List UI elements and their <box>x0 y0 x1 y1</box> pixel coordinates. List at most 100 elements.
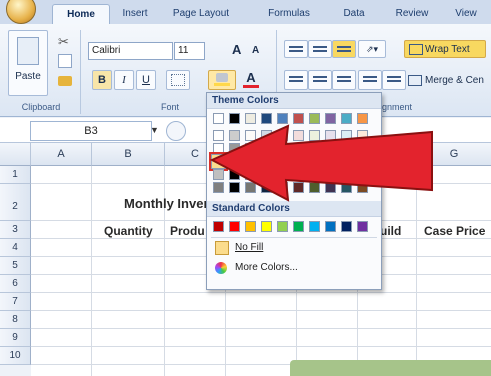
bold-button[interactable]: B <box>92 70 112 90</box>
theme-color-swatch[interactable] <box>341 182 352 193</box>
standard-color-swatch[interactable] <box>293 221 304 232</box>
standard-color-swatch[interactable] <box>229 221 240 232</box>
theme-color-swatch[interactable] <box>245 182 256 193</box>
row-header-2[interactable]: 2 <box>0 184 31 221</box>
theme-color-swatch[interactable] <box>229 113 240 124</box>
tab-formulas[interactable]: Formulas <box>258 4 320 23</box>
standard-color-swatch[interactable] <box>261 221 272 232</box>
copy-icon[interactable] <box>58 54 72 68</box>
align-top-button[interactable] <box>284 40 308 58</box>
row-header-10[interactable]: 10 <box>0 347 31 365</box>
theme-color-swatch[interactable] <box>293 182 304 193</box>
increase-indent-button[interactable] <box>382 70 406 90</box>
theme-color-swatch[interactable] <box>341 130 352 141</box>
tab-home[interactable]: Home <box>52 4 110 24</box>
tab-data[interactable]: Data <box>334 4 374 23</box>
theme-color-swatch[interactable] <box>213 169 224 180</box>
tab-review[interactable]: Review <box>388 4 436 23</box>
theme-color-swatch[interactable] <box>213 143 224 154</box>
theme-color-swatch[interactable] <box>261 113 272 124</box>
row-header-3[interactable]: 3 <box>0 221 31 239</box>
theme-color-swatch[interactable] <box>341 169 352 180</box>
theme-color-swatch[interactable] <box>277 113 288 124</box>
theme-color-swatch[interactable] <box>261 182 272 193</box>
theme-color-swatch[interactable] <box>325 113 336 124</box>
theme-color-swatch[interactable] <box>229 169 240 180</box>
theme-color-swatch[interactable] <box>309 113 320 124</box>
theme-color-swatch[interactable] <box>261 143 272 154</box>
theme-color-swatch[interactable] <box>261 169 272 180</box>
standard-color-swatch[interactable] <box>277 221 288 232</box>
theme-color-swatch[interactable] <box>325 130 336 141</box>
theme-color-swatch[interactable] <box>245 143 256 154</box>
align-middle-button[interactable] <box>308 40 332 58</box>
name-box-dropdown-icon[interactable]: ▼ <box>150 125 159 135</box>
wrap-text-button[interactable]: Wrap Text <box>404 40 486 58</box>
theme-color-swatch[interactable] <box>325 169 336 180</box>
row-header-4[interactable]: 4 <box>0 239 31 257</box>
font-color-button[interactable]: A <box>240 70 262 88</box>
theme-color-swatch[interactable] <box>277 169 288 180</box>
theme-color-swatch[interactable] <box>341 143 352 154</box>
theme-color-swatch[interactable] <box>277 143 288 154</box>
more-colors-menu-item[interactable]: More Colors... <box>207 258 381 278</box>
theme-color-swatch[interactable] <box>229 156 240 167</box>
standard-color-swatch[interactable] <box>309 221 320 232</box>
theme-color-swatch[interactable] <box>261 156 272 167</box>
formula-fx-icon[interactable] <box>166 121 186 141</box>
theme-color-swatch[interactable] <box>357 130 368 141</box>
font-name-dropdown[interactable]: Calibri <box>88 42 173 60</box>
theme-color-swatch[interactable] <box>213 113 224 124</box>
selected-theme-color-swatch[interactable] <box>209 152 228 171</box>
row-header-1[interactable]: 1 <box>0 166 31 184</box>
name-box[interactable]: B3 <box>30 121 152 141</box>
standard-color-swatch[interactable] <box>341 221 352 232</box>
column-header-b[interactable]: B <box>92 143 165 166</box>
align-right-button[interactable] <box>332 70 356 90</box>
theme-color-swatch[interactable] <box>357 113 368 124</box>
row-header-6[interactable]: 6 <box>0 275 31 293</box>
theme-color-swatch[interactable] <box>261 130 272 141</box>
orientation-button[interactable]: ⇗▾ <box>358 40 386 58</box>
theme-color-swatch[interactable] <box>293 143 304 154</box>
merge-center-button[interactable]: Merge & Cen <box>408 72 491 90</box>
theme-color-swatch[interactable] <box>245 169 256 180</box>
theme-color-swatch[interactable] <box>341 156 352 167</box>
decrease-indent-button[interactable] <box>358 70 382 90</box>
theme-color-swatch[interactable] <box>325 143 336 154</box>
underline-button[interactable]: U <box>136 70 156 90</box>
theme-color-swatch[interactable] <box>357 156 368 167</box>
theme-color-swatch[interactable] <box>309 182 320 193</box>
column-header-a[interactable]: A <box>31 143 92 166</box>
theme-color-swatch[interactable] <box>309 169 320 180</box>
tab-insert[interactable]: Insert <box>112 4 158 23</box>
row-header-7[interactable]: 7 <box>0 293 31 311</box>
theme-color-swatch[interactable] <box>309 143 320 154</box>
row-header-8[interactable]: 8 <box>0 311 31 329</box>
grow-font-button[interactable]: A <box>232 42 248 58</box>
theme-color-swatch[interactable] <box>245 130 256 141</box>
theme-color-swatch[interactable] <box>245 113 256 124</box>
theme-color-swatch[interactable] <box>325 156 336 167</box>
cut-icon[interactable]: ✂ <box>58 34 69 50</box>
theme-color-swatch[interactable] <box>357 143 368 154</box>
row-header-5[interactable]: 5 <box>0 257 31 275</box>
format-painter-icon[interactable] <box>58 76 72 86</box>
tab-view[interactable]: View <box>448 4 484 23</box>
theme-color-swatch[interactable] <box>341 113 352 124</box>
standard-color-swatch[interactable] <box>325 221 336 232</box>
theme-color-swatch[interactable] <box>309 156 320 167</box>
theme-color-swatch[interactable] <box>357 182 368 193</box>
borders-button[interactable] <box>166 70 190 90</box>
select-all-corner[interactable] <box>0 143 31 166</box>
theme-color-swatch[interactable] <box>293 156 304 167</box>
align-left-button[interactable] <box>284 70 308 90</box>
theme-color-swatch[interactable] <box>293 169 304 180</box>
tab-page-layout[interactable]: Page Layout <box>164 4 238 23</box>
font-size-dropdown[interactable]: 11 <box>174 42 205 60</box>
column-header-g[interactable]: G <box>417 143 491 166</box>
theme-color-swatch[interactable] <box>229 143 240 154</box>
theme-color-swatch[interactable] <box>213 182 224 193</box>
align-center-button[interactable] <box>308 70 332 90</box>
paste-button[interactable]: Paste <box>8 30 48 96</box>
